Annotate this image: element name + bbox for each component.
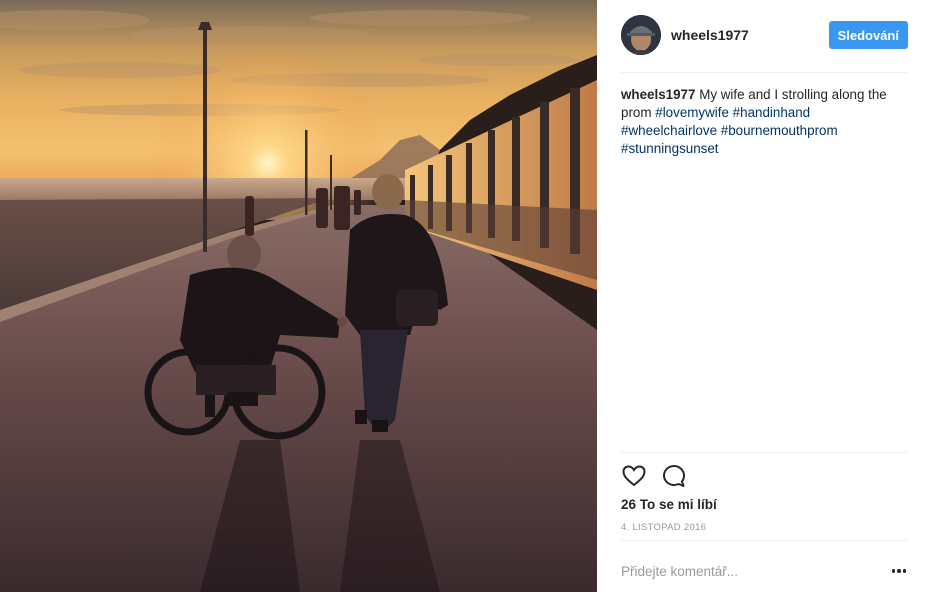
header-divider [621, 72, 908, 73]
hashtag[interactable]: #wheelchairlove [621, 123, 717, 138]
post-date: 4. LISTOPAD 2016 [621, 522, 707, 533]
comment-box [621, 554, 908, 588]
author-username[interactable]: wheels1977 [671, 27, 829, 43]
post-header: wheels1977 Sledování [621, 14, 908, 56]
hashtag[interactable]: #bournemouthprom [721, 123, 838, 138]
caption-username[interactable]: wheels1977 [621, 87, 695, 102]
post-details-panel: wheels1977 Sledování wheels1977 My wife … [597, 0, 931, 592]
avatar[interactable] [621, 15, 661, 55]
comment-divider [621, 540, 908, 541]
sunset-promenade-image [0, 0, 597, 592]
post-actions [621, 462, 687, 490]
instagram-post: wheels1977 Sledování wheels1977 My wife … [0, 0, 931, 592]
actions-divider [621, 452, 908, 453]
likes-count[interactable]: 26 To se mi líbí [621, 497, 717, 512]
hashtag[interactable]: #lovemywife [655, 105, 729, 120]
hashtag[interactable]: #handinhand [733, 105, 810, 120]
comment-icon[interactable] [661, 463, 687, 489]
follow-button[interactable]: Sledování [828, 21, 908, 49]
post-caption: wheels1977 My wife and I strolling along… [621, 86, 908, 158]
avatar-image [621, 15, 661, 55]
more-options-icon[interactable] [890, 562, 908, 580]
hashtag[interactable]: #stunningsunset [621, 141, 719, 156]
post-photo[interactable] [0, 0, 597, 592]
comment-input[interactable] [621, 556, 890, 586]
heart-icon[interactable] [621, 463, 647, 489]
